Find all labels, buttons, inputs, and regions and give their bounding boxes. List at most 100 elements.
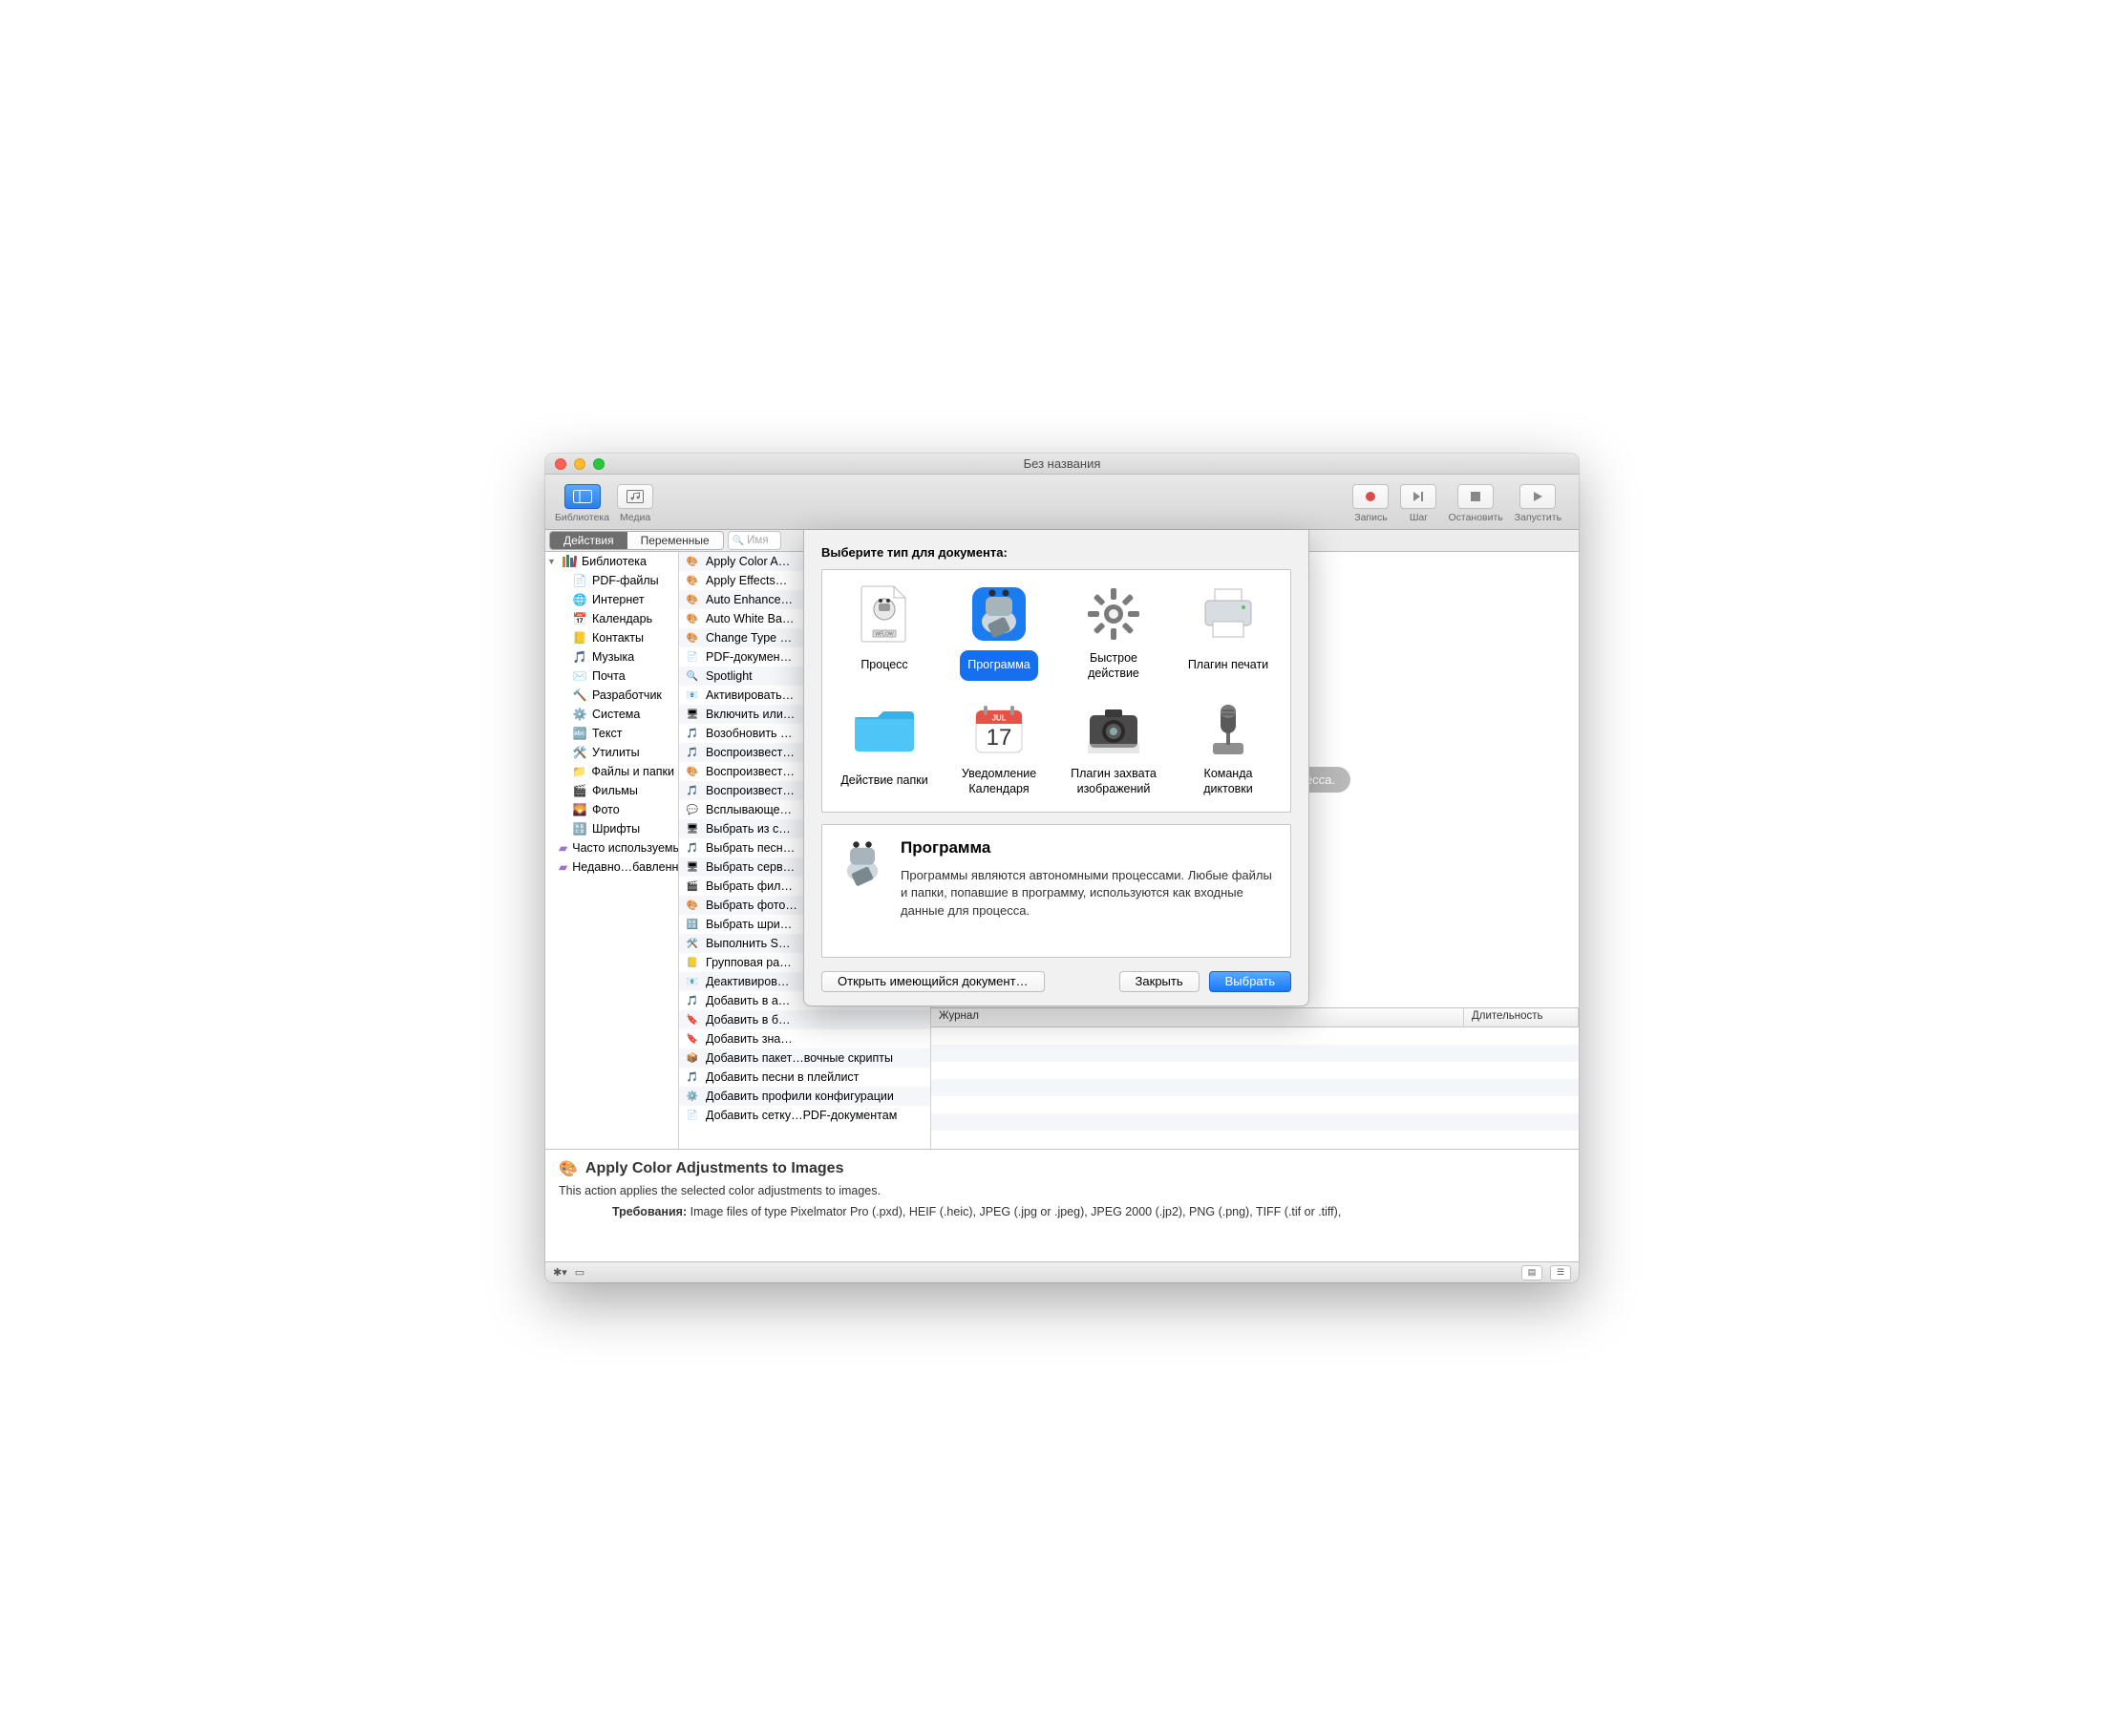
footer-view-results[interactable]: ▤	[1521, 1265, 1542, 1281]
sidebar-item-movies[interactable]: 🎬Фильмы	[545, 781, 678, 800]
sidebar-smart-frequent[interactable]: ▰Часто используемые	[545, 838, 678, 857]
sidebar-item-internet[interactable]: 🌐Интернет	[545, 590, 678, 609]
action-icon: 📧	[685, 688, 700, 703]
footer-action-menu[interactable]: ✱▾	[553, 1266, 567, 1279]
action-icon: 🎵	[685, 993, 700, 1008]
toolbar-library-label: Библиотека	[555, 512, 609, 523]
tab-actions[interactable]: Действия	[550, 532, 627, 549]
tab-variables[interactable]: Переменные	[627, 532, 723, 549]
movie-icon: 🎬	[572, 783, 587, 798]
mail-icon: ✉️	[572, 668, 587, 684]
action-row[interactable]: 📄Добавить сетку…PDF-документам	[679, 1106, 930, 1125]
doc-type-quick-action[interactable]: Быстрое действие	[1059, 583, 1168, 682]
record-icon	[1366, 492, 1375, 501]
open-existing-button[interactable]: Открыть имеющийся документ…	[821, 971, 1045, 992]
document-type-sheet: Выберите тип для документа: WFLOW Процес…	[803, 530, 1309, 1006]
svg-text:17: 17	[987, 725, 1012, 751]
workflow-doc-icon: WFLOW	[854, 583, 915, 645]
microphone-icon	[1198, 699, 1259, 760]
sidebar-item-pdf[interactable]: 📄PDF-файлы	[545, 571, 678, 590]
sidebar-item-system[interactable]: ⚙️Система	[545, 705, 678, 724]
globe-icon: 🌐	[572, 592, 587, 607]
action-row[interactable]: ⚙️Добавить профили конфигурации	[679, 1087, 930, 1106]
doc-type-image-capture[interactable]: Плагин захвата изображений	[1059, 699, 1168, 797]
doc-type-application[interactable]: Программа	[945, 583, 1053, 682]
doc-type-description: Программа Программы являются автономными…	[821, 824, 1291, 958]
action-icon: 🎵	[685, 745, 700, 760]
media-icon	[627, 490, 644, 503]
sidebar-item-utilities[interactable]: 🛠️Утилиты	[545, 743, 678, 762]
sidebar-root-label: Библиотека	[582, 555, 647, 568]
action-label: Добавить в а…	[706, 994, 790, 1007]
action-row[interactable]: 🎵Добавить песни в плейлист	[679, 1068, 930, 1087]
toolbar-stop-label: Остановить	[1448, 512, 1502, 523]
choose-button[interactable]: Выбрать	[1209, 971, 1291, 992]
photo-icon: 🌄	[572, 802, 587, 817]
desc-req-body: Image files of type Pixelmator Pro (.pxd…	[690, 1205, 1342, 1218]
toolbar-record-label: Запись	[1354, 512, 1387, 523]
sidebar-item-text[interactable]: 🔤Текст	[545, 724, 678, 743]
sidebar-item-contacts[interactable]: 📒Контакты	[545, 628, 678, 647]
window-title: Без названия	[545, 456, 1579, 471]
action-icon: 🎨	[685, 764, 700, 779]
action-label: Spotlight	[706, 669, 753, 683]
action-icon: 🎨	[685, 554, 700, 569]
action-icon: 🔍	[685, 668, 700, 684]
sidebar-item-music[interactable]: 🎵Музыка	[545, 647, 678, 667]
toolbar-run-button[interactable]	[1519, 484, 1556, 509]
action-icon: 🎵	[685, 1069, 700, 1085]
printer-icon	[1198, 583, 1259, 645]
sidebar-item-photos[interactable]: 🌄Фото	[545, 800, 678, 819]
action-label: PDF-докумен…	[706, 650, 792, 664]
doc-type-workflow[interactable]: WFLOW Процесс	[830, 583, 939, 682]
footer-view-log[interactable]: ☰	[1550, 1265, 1571, 1281]
sidebar-item-files[interactable]: 📁Файлы и папки	[545, 762, 678, 781]
calendar-icon: 📅	[572, 611, 587, 626]
action-icon: 🎨	[685, 573, 700, 588]
sidebar-item-fonts[interactable]: 🔠Шрифты	[545, 819, 678, 838]
log-col-duration[interactable]: Длительность	[1464, 1008, 1579, 1027]
action-label: Включить или…	[706, 708, 795, 721]
pdf-icon: 📄	[572, 573, 587, 588]
action-icon: 🖥	[685, 821, 700, 836]
action-label: Выполнить S…	[706, 937, 791, 950]
action-icon: 🎨	[685, 611, 700, 626]
action-label: Активировать…	[706, 688, 794, 702]
sidebar-root[interactable]: ▼ Библиотека	[545, 552, 678, 571]
toolbar-stop-button[interactable]	[1457, 484, 1494, 509]
hammer-icon: 🔨	[572, 688, 587, 703]
doc-type-folder-action[interactable]: Действие папки	[830, 699, 939, 797]
sidebar-item-developer[interactable]: 🔨Разработчик	[545, 686, 678, 705]
smartfolder-icon: ▰	[559, 859, 567, 875]
desc-text: Программы являются автономными процессам…	[901, 867, 1275, 921]
search-input[interactable]: Имя	[728, 531, 781, 550]
doc-type-dictation[interactable]: Команда диктовки	[1174, 699, 1283, 797]
action-icon: 💬	[685, 802, 700, 817]
toolbar-media-button[interactable]	[617, 484, 653, 509]
footer-toggle-desc[interactable]: ▭	[575, 1266, 584, 1279]
toolbar-library-button[interactable]	[564, 484, 601, 509]
action-label: Воспроизвест…	[706, 746, 795, 759]
toolbar-record-button[interactable]	[1352, 484, 1389, 509]
close-button[interactable]: Закрыть	[1119, 971, 1200, 992]
desc-body: This action applies the selected color a…	[559, 1184, 1565, 1197]
sidebar-smart-recent[interactable]: ▰Недавно…бавленные	[545, 857, 678, 877]
action-row[interactable]: 📦Добавить пакет…вочные скрипты	[679, 1048, 930, 1068]
action-row[interactable]: 🔖Добавить зна…	[679, 1029, 930, 1048]
sidebar-item-mail[interactable]: ✉️Почта	[545, 667, 678, 686]
action-icon: 🎵	[685, 783, 700, 798]
toolbar-step-button[interactable]	[1400, 484, 1436, 509]
doc-type-print-plugin[interactable]: Плагин печати	[1174, 583, 1283, 682]
action-row[interactable]: 🔖Добавить в б…	[679, 1010, 930, 1029]
log-header: Журнал Длительность	[931, 1008, 1579, 1027]
gear-icon	[1083, 583, 1144, 645]
footer-bar: ✱▾ ▭ ▤ ☰	[545, 1261, 1579, 1282]
action-icon: 🖥	[685, 859, 700, 875]
sidebar-item-calendar[interactable]: 📅Календарь	[545, 609, 678, 628]
doc-type-calendar-alarm[interactable]: JUL17 Уведомление Календаря	[945, 699, 1053, 797]
desc-heading: Программа	[901, 838, 1275, 857]
library-sidebar: ▼ Библиотека 📄PDF-файлы 🌐Интернет 📅Кален…	[545, 552, 679, 1149]
log-col-journal[interactable]: Журнал	[931, 1008, 1464, 1027]
toolbar-media-label: Медиа	[620, 512, 650, 523]
pixelmator-icon: 🎨	[559, 1159, 578, 1178]
